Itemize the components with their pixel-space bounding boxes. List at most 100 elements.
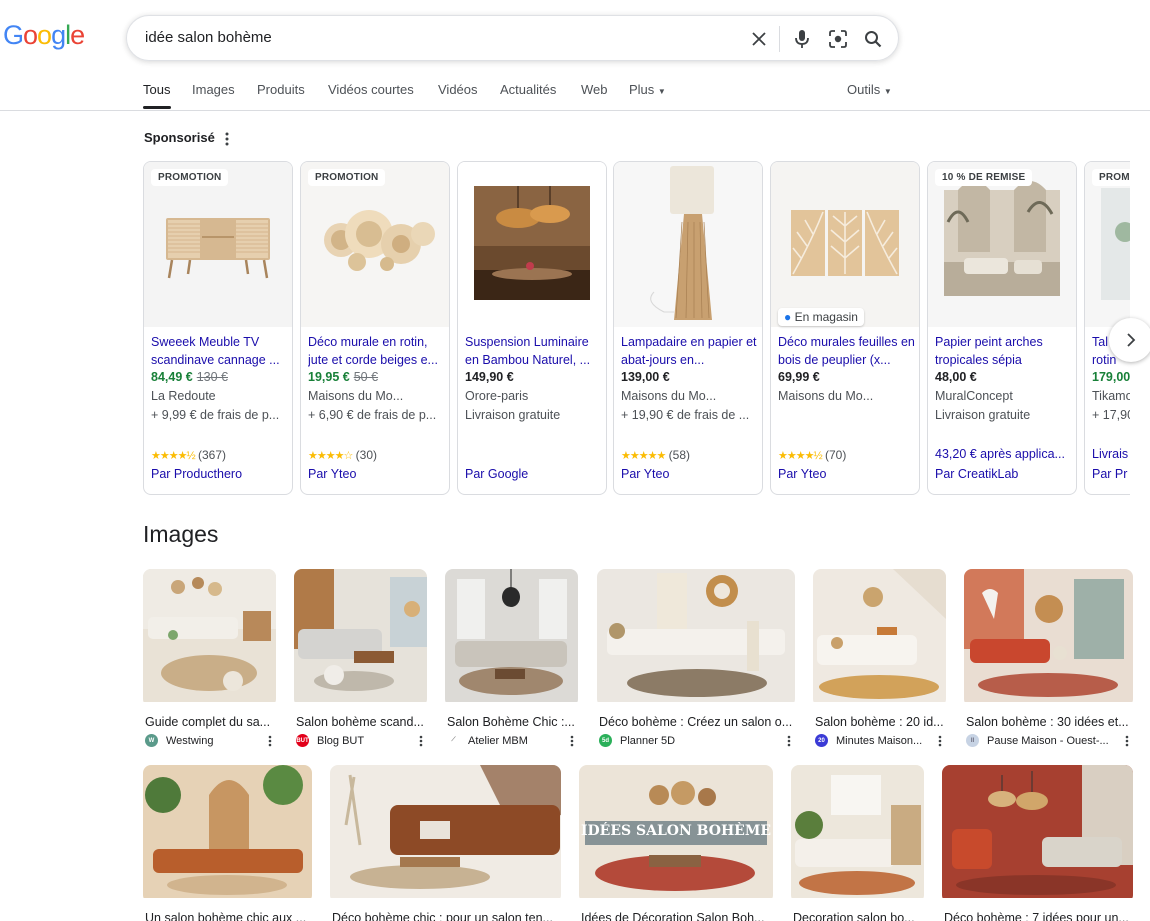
- camera-lens-icon[interactable]: [826, 27, 850, 51]
- image-caption[interactable]: Déco bohème : Créez un salon o...: [597, 715, 795, 729]
- dropdown-arrow-icon: ▼: [657, 87, 666, 96]
- image-result[interactable]: Salon bohème : 20 id... 20 Minutes Maison…: [813, 569, 946, 747]
- image-result[interactable]: Un salon bohème chic aux ...: [143, 765, 312, 921]
- clear-icon[interactable]: [747, 27, 771, 51]
- tab-tous[interactable]: Tous: [143, 82, 170, 97]
- chevron-right-icon: [1127, 333, 1136, 347]
- product-provider[interactable]: Par Yteo: [778, 467, 826, 481]
- image-result[interactable]: Salon Bohème Chic :... ⟋ Atelier MBM: [445, 569, 578, 747]
- image-thumbnail[interactable]: [143, 569, 276, 707]
- image-thumbnail[interactable]: IDÉES SALON BOHÈME: [579, 765, 773, 903]
- more-options-icon[interactable]: [568, 734, 576, 748]
- product-provider[interactable]: Par Google: [465, 467, 528, 481]
- product-rating: ★★★★½ (70): [778, 448, 846, 462]
- product-promo[interactable]: Livrais: [1092, 447, 1130, 461]
- promo-badge: PROMOTION: [151, 169, 229, 186]
- product-promo[interactable]: 43,20 € après applica...: [935, 447, 1073, 461]
- tab-web[interactable]: Web: [581, 82, 608, 97]
- image-caption[interactable]: Decoration salon bo...: [791, 911, 924, 921]
- search-box[interactable]: idée salon bohème: [126, 15, 899, 61]
- search-input[interactable]: idée salon bohème: [145, 29, 272, 46]
- image-thumbnail[interactable]: [942, 765, 1133, 903]
- image-caption[interactable]: Salon bohème : 30 idées et...: [964, 715, 1133, 729]
- product-title[interactable]: Sweeek Meuble TV scandinave cannage ...: [151, 333, 289, 369]
- product-provider[interactable]: Par Yteo: [621, 467, 669, 481]
- image-caption[interactable]: Idées de Décoration Salon Boh...: [579, 911, 773, 921]
- image-source[interactable]: 5d Planner 5D: [597, 734, 795, 747]
- search-icon[interactable]: [861, 27, 885, 51]
- tab-videos[interactable]: Vidéos: [438, 82, 478, 97]
- image-thumbnail[interactable]: [791, 765, 924, 903]
- more-options-icon[interactable]: [417, 734, 425, 748]
- source-favicon-icon: 20: [815, 734, 828, 747]
- discount-badge: 10 % DE REMISE: [935, 169, 1033, 186]
- image-thumbnail[interactable]: [597, 569, 795, 707]
- product-provider[interactable]: Par Pr: [1092, 467, 1127, 481]
- tab-images[interactable]: Images: [192, 82, 235, 97]
- product-provider[interactable]: Par Producthero: [151, 467, 242, 481]
- more-options-icon[interactable]: [1123, 734, 1131, 748]
- product-price: 149,90 €: [465, 370, 514, 384]
- image-result[interactable]: Déco bohème : Créez un salon o... 5d Plan…: [597, 569, 795, 747]
- google-logo[interactable]: Google: [3, 20, 85, 51]
- image-source[interactable]: 20 Minutes Maison...: [813, 734, 946, 747]
- product-shipping: Livraison gratuite: [465, 408, 561, 422]
- product-rating: ★★★★★ (58): [621, 448, 690, 462]
- image-caption[interactable]: Déco bohème chic : pour un salon ten...: [330, 911, 561, 921]
- image-source[interactable]: ⟋ Atelier MBM: [445, 734, 578, 747]
- logo-letter: g: [51, 20, 66, 50]
- image-thumbnail[interactable]: [813, 569, 946, 707]
- image-caption[interactable]: Un salon bohème chic aux ...: [143, 911, 312, 921]
- tab-plus[interactable]: Plus ▼: [629, 82, 666, 97]
- source-favicon-icon: 5d: [599, 734, 612, 747]
- product-title[interactable]: Lampadaire en papier et abat-jours en...: [621, 333, 759, 369]
- image-result[interactable]: Déco bohème : 7 idées pour un...: [942, 765, 1133, 921]
- image-result[interactable]: Salon bohème scand... BUT Blog BUT: [294, 569, 427, 747]
- image-caption[interactable]: Guide complet du sa...: [143, 715, 276, 729]
- old-price: 130 €: [196, 370, 228, 384]
- image-source[interactable]: W Westwing: [143, 734, 276, 747]
- product-card[interactable]: ● En magasin Déco murales feuilles en bo…: [770, 161, 920, 495]
- image-result[interactable]: IDÉES SALON BOHÈME Idées de Décoration S…: [579, 765, 773, 921]
- product-card[interactable]: Suspension Luminaire en Bambou Naturel, …: [457, 161, 607, 495]
- image-thumbnail[interactable]: [294, 569, 427, 707]
- tab-produits[interactable]: Produits: [257, 82, 305, 97]
- product-provider[interactable]: Par CreatikLab: [935, 467, 1018, 481]
- product-title[interactable]: Suspension Luminaire en Bambou Naturel, …: [465, 333, 603, 369]
- more-options-icon[interactable]: [785, 734, 793, 748]
- image-thumbnail[interactable]: [445, 569, 578, 707]
- image-caption[interactable]: Déco bohème : 7 idées pour un...: [942, 911, 1133, 921]
- product-card[interactable]: 10 % DE REMISE Papier peint arches tropi…: [927, 161, 1077, 495]
- tab-actualites[interactable]: Actualités: [500, 82, 556, 97]
- product-title[interactable]: Papier peint arches tropicales sépia: [935, 333, 1073, 369]
- more-options-icon[interactable]: [936, 734, 944, 748]
- image-caption[interactable]: Salon bohème scand...: [294, 715, 427, 729]
- image-result[interactable]: Salon bohème : 30 idées et... ll Pause Ma…: [964, 569, 1133, 747]
- product-card[interactable]: PROMOTION Sweeek Meuble TV scandinave ca…: [143, 161, 293, 495]
- product-title[interactable]: Déco murale en rotin, jute et corde beig…: [308, 333, 446, 369]
- image-caption[interactable]: Salon bohème : 20 id...: [813, 715, 946, 729]
- image-thumbnail[interactable]: [143, 765, 312, 903]
- tab-videos-courtes[interactable]: Vidéos courtes: [328, 82, 414, 97]
- product-image: [1085, 162, 1130, 327]
- product-card[interactable]: PROMOTION Déco murale en rotin, jute et …: [300, 161, 450, 495]
- product-card[interactable]: Lampadaire en papier et abat-jours en...…: [613, 161, 763, 495]
- image-result[interactable]: Déco bohème chic : pour un salon ten...: [330, 765, 561, 921]
- image-result[interactable]: Decoration salon bo...: [791, 765, 924, 921]
- image-source[interactable]: BUT Blog BUT: [294, 734, 427, 747]
- tab-outils[interactable]: Outils ▼: [847, 82, 892, 97]
- image-source[interactable]: ll Pause Maison - Ouest-...: [964, 734, 1133, 747]
- image-thumbnail[interactable]: [330, 765, 561, 903]
- image-thumbnail[interactable]: [964, 569, 1133, 707]
- image-result[interactable]: Guide complet du sa... W Westwing: [143, 569, 276, 747]
- more-options-icon[interactable]: [266, 734, 274, 748]
- product-provider[interactable]: Par Yteo: [308, 467, 356, 481]
- carousel-next-button[interactable]: [1109, 318, 1150, 362]
- image-caption[interactable]: Salon Bohème Chic :...: [445, 715, 578, 729]
- more-options-icon[interactable]: [220, 131, 234, 147]
- product-title[interactable]: Déco murales feuilles en bois de peuplie…: [778, 333, 916, 369]
- review-count: (30): [355, 448, 377, 462]
- product-image: [301, 162, 449, 327]
- product-image: [614, 162, 762, 327]
- microphone-icon[interactable]: [790, 27, 814, 51]
